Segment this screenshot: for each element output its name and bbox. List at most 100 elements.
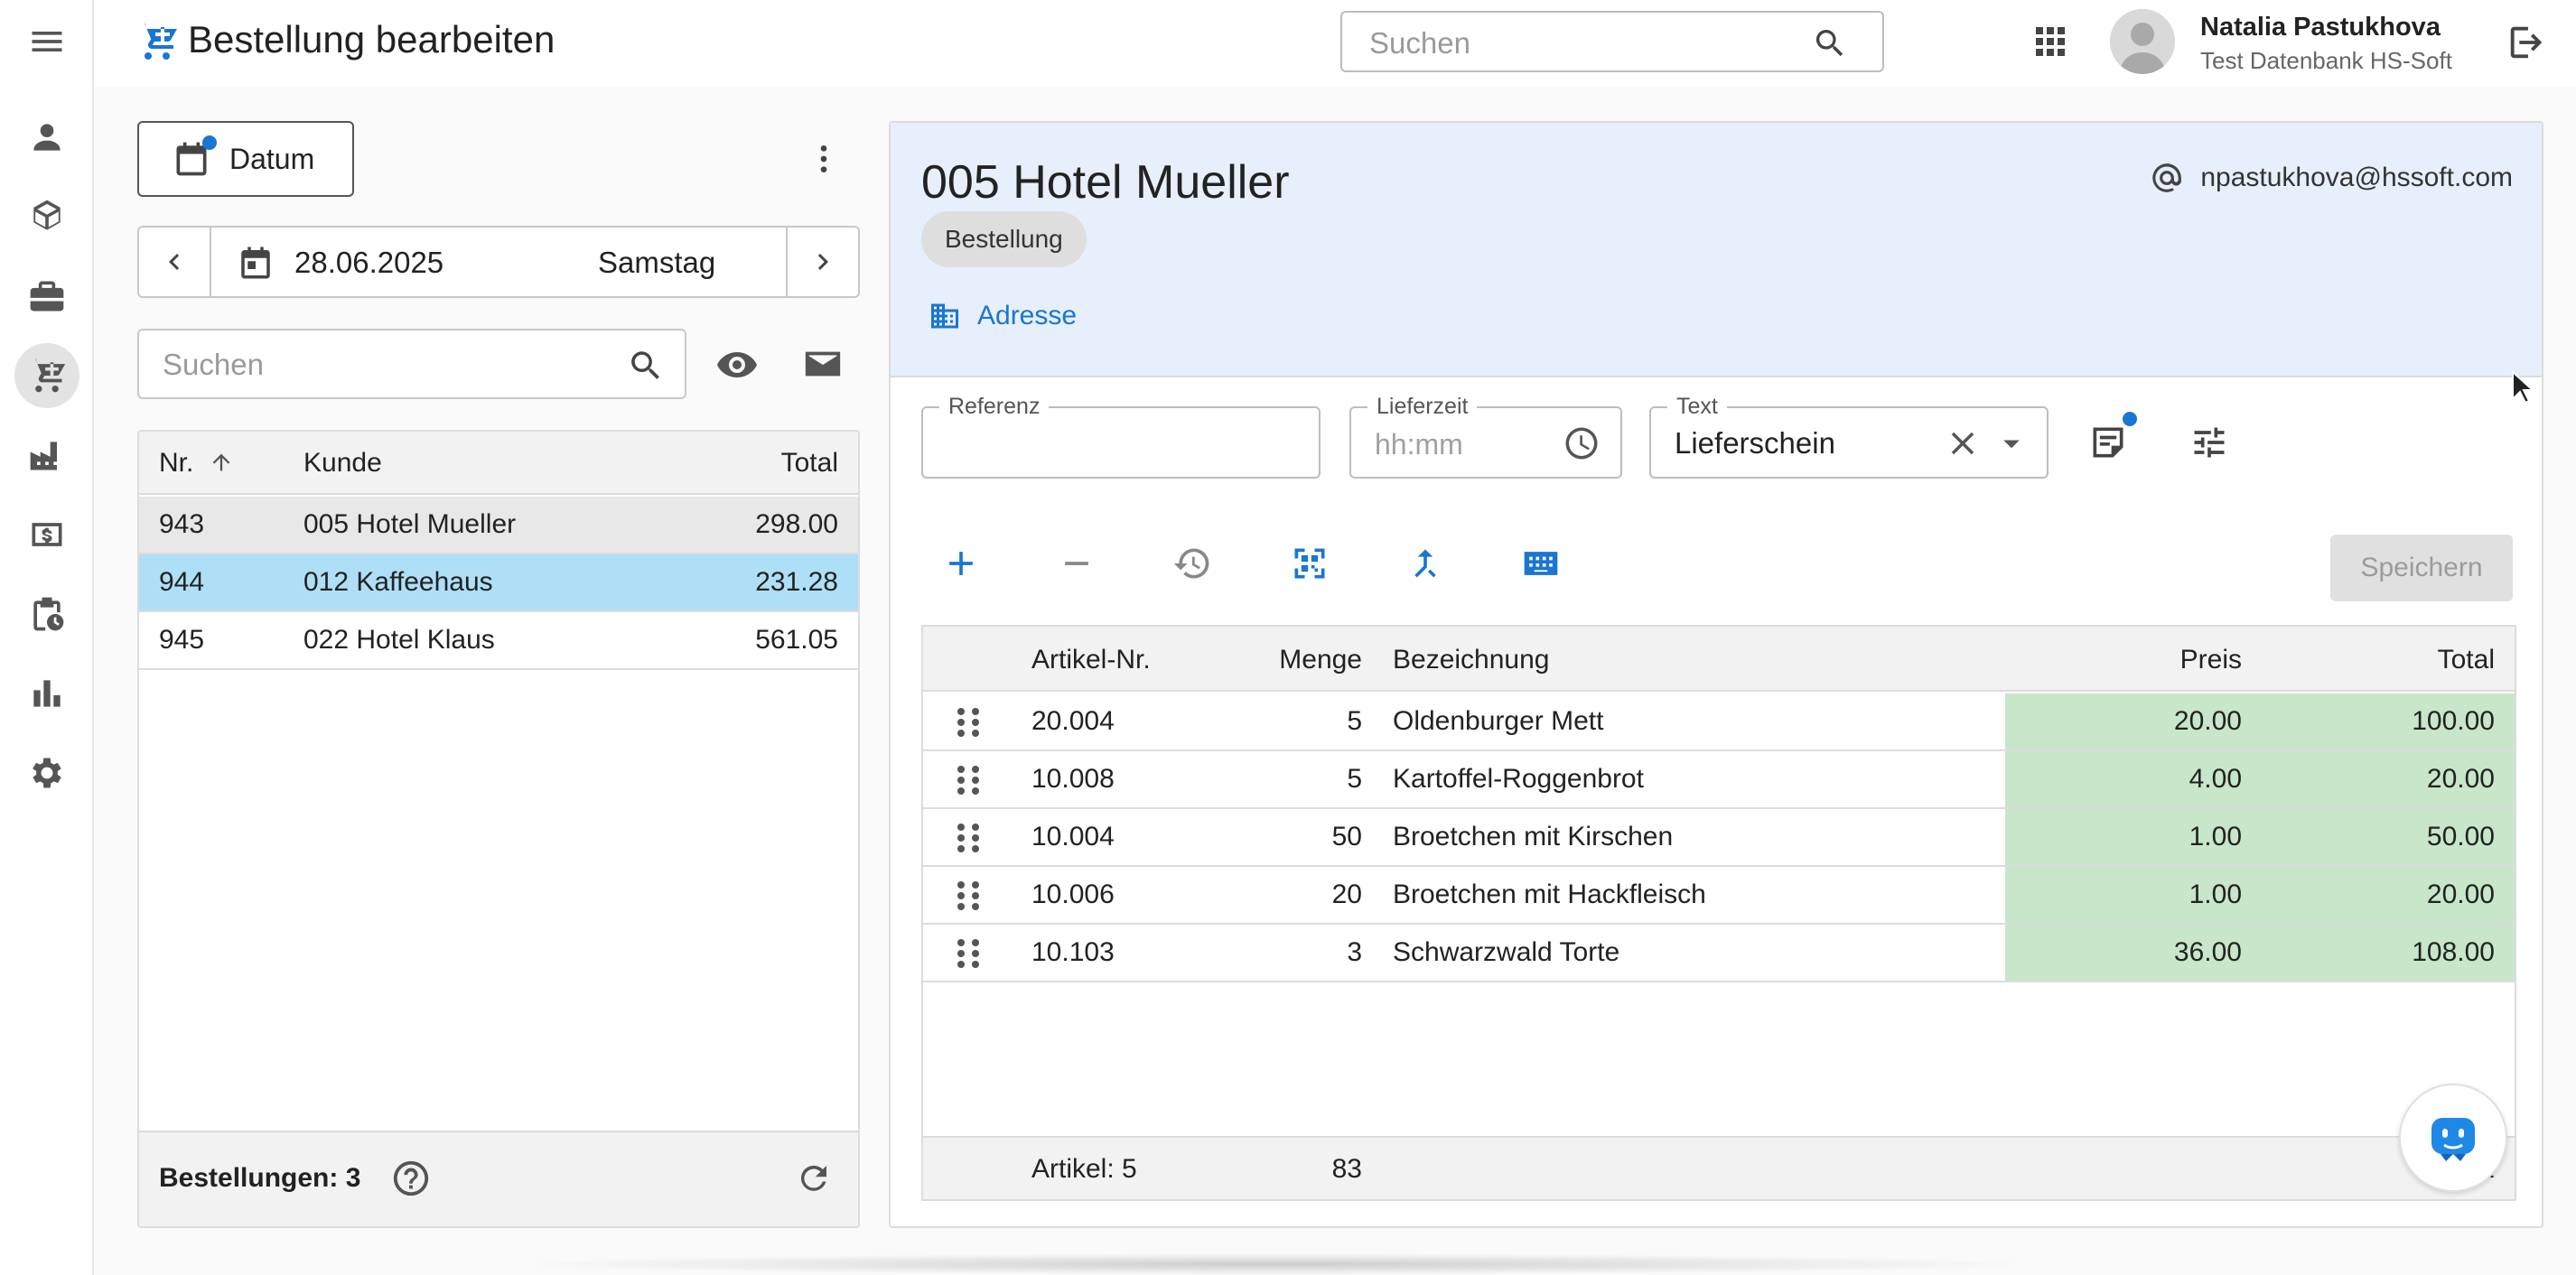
bar-chart-icon[interactable] bbox=[14, 661, 79, 726]
items-table-header: Artikel-Nr. Menge Bezeichnung Preis Tota… bbox=[923, 627, 2515, 692]
tune-icon[interactable] bbox=[2189, 423, 2229, 467]
item-total: 20.00 bbox=[2426, 764, 2495, 794]
orders-table-header: Nr. Kunde Total bbox=[139, 432, 858, 495]
save-button[interactable]: Speichern bbox=[2330, 535, 2513, 601]
table-row[interactable]: 10.006 20 Broetchen mit Hackfleisch 1.00… bbox=[923, 867, 2515, 925]
column-header-menge[interactable]: Menge bbox=[1279, 645, 1362, 675]
briefcase-icon[interactable] bbox=[14, 264, 79, 329]
column-header-total[interactable]: Total bbox=[781, 448, 838, 479]
menu-icon[interactable] bbox=[14, 9, 79, 74]
footer-menge-sum: 83 bbox=[1331, 1154, 1362, 1184]
global-search-box bbox=[1340, 11, 1884, 72]
chevron-left-icon bbox=[169, 254, 180, 270]
text-select-field[interactable]: Text Lieferschein bbox=[1649, 394, 2049, 479]
drag-handle-icon[interactable] bbox=[956, 879, 981, 919]
clock-icon[interactable] bbox=[1563, 424, 1601, 467]
restore-icon[interactable] bbox=[1172, 544, 1212, 588]
item-preis: 4.00 bbox=[2189, 764, 2242, 794]
item-bezeichnung: Oldenburger Mett bbox=[1393, 706, 1604, 736]
chevron-down-icon[interactable] bbox=[1993, 424, 2030, 467]
item-total: 100.00 bbox=[2412, 706, 2495, 736]
column-header-artikel[interactable]: Artikel-Nr. bbox=[1031, 645, 1151, 675]
order-nr: 944 bbox=[159, 567, 205, 597]
referenz-input[interactable] bbox=[947, 426, 1299, 462]
lieferzeit-label: Lieferzeit bbox=[1367, 394, 1478, 420]
status-badge: Bestellung bbox=[921, 211, 1087, 267]
next-day-button[interactable] bbox=[786, 228, 858, 296]
table-row[interactable]: 20.004 5 Oldenburger Mett 20.00 100.00 bbox=[923, 693, 2515, 751]
column-header-preis[interactable]: Preis bbox=[2180, 645, 2242, 675]
table-row[interactable]: 10.103 3 Schwarzwald Torte 36.00 108.00 bbox=[923, 925, 2515, 982]
clipboard-clock-icon[interactable] bbox=[14, 582, 79, 647]
customer-name: 005 Hotel Mueller bbox=[921, 156, 1290, 209]
apps-grid-icon[interactable] bbox=[2029, 20, 2072, 68]
note-icon[interactable] bbox=[2088, 412, 2137, 467]
item-total: 108.00 bbox=[2412, 937, 2495, 967]
gear-icon[interactable] bbox=[14, 740, 79, 805]
qr-scan-icon[interactable] bbox=[1290, 544, 1330, 588]
drag-handle-icon[interactable] bbox=[956, 706, 981, 746]
refresh-icon[interactable] bbox=[795, 1159, 833, 1202]
avatar[interactable] bbox=[2110, 9, 2175, 74]
table-row[interactable]: 10.004 50 Broetchen mit Kirschen 1.00 50… bbox=[923, 809, 2515, 867]
item-artikel: 10.103 bbox=[1031, 937, 1115, 967]
order-header: 005 Hotel Mueller Bestellung Adresse npa… bbox=[891, 123, 2542, 377]
user-name: Natalia Pastukhova bbox=[2200, 13, 2441, 42]
at-icon bbox=[2152, 163, 2182, 192]
order-search-input[interactable] bbox=[163, 345, 587, 385]
datum-button[interactable]: Datum bbox=[137, 121, 354, 197]
column-header-nr[interactable]: Nr. bbox=[159, 448, 234, 479]
bottom-shadow bbox=[506, 1253, 2041, 1275]
remove-icon[interactable] bbox=[1057, 544, 1097, 588]
add-icon[interactable] bbox=[941, 544, 981, 588]
keyboard-icon[interactable] bbox=[1521, 544, 1561, 588]
drag-handle-icon[interactable] bbox=[956, 937, 981, 977]
orders-table-footer: Bestellungen: 3 bbox=[139, 1131, 858, 1226]
email-contact[interactable]: npastukhova@hssoft.com bbox=[2150, 161, 2513, 195]
help-icon[interactable] bbox=[390, 1158, 432, 1204]
mail-icon[interactable] bbox=[802, 343, 844, 389]
drag-handle-icon[interactable] bbox=[956, 764, 981, 804]
chat-assistant-button[interactable] bbox=[2399, 1084, 2507, 1192]
orders-count: Bestellungen: 3 bbox=[159, 1163, 361, 1193]
items-table: Artikel-Nr. Menge Bezeichnung Preis Tota… bbox=[921, 625, 2516, 1201]
notification-dot bbox=[2123, 412, 2137, 426]
logout-icon[interactable] bbox=[2506, 22, 2547, 68]
item-total: 50.00 bbox=[2426, 822, 2495, 852]
column-header-total[interactable]: Total bbox=[2438, 645, 2495, 675]
item-bezeichnung: Schwarzwald Torte bbox=[1393, 937, 1620, 967]
merge-icon[interactable] bbox=[1405, 544, 1445, 588]
address-link[interactable]: Adresse bbox=[929, 300, 1077, 332]
item-total: 20.00 bbox=[2426, 879, 2495, 909]
search-icon[interactable] bbox=[1812, 25, 1848, 66]
item-bezeichnung: Broetchen mit Hackfleisch bbox=[1393, 879, 1706, 909]
package-icon[interactable] bbox=[14, 184, 79, 249]
text-select-label: Text bbox=[1667, 394, 1727, 420]
lieferzeit-input[interactable] bbox=[1375, 426, 1555, 462]
factory-icon[interactable] bbox=[14, 423, 79, 488]
global-search-input[interactable] bbox=[1369, 23, 1803, 63]
cart-icon[interactable] bbox=[14, 343, 79, 408]
item-artikel: 10.004 bbox=[1031, 822, 1115, 852]
eye-icon[interactable] bbox=[715, 343, 759, 391]
search-icon[interactable] bbox=[627, 347, 665, 389]
order-total: 561.05 bbox=[755, 625, 838, 655]
table-row[interactable]: 10.008 5 Kartoffel-Roggenbrot 4.00 20.00 bbox=[923, 751, 2515, 809]
table-row[interactable]: 944 012 Kaffeehaus 231.28 bbox=[139, 554, 858, 612]
user-database: Test Datenbank HS-Soft bbox=[2200, 47, 2452, 74]
calendar-icon[interactable] bbox=[237, 244, 275, 286]
drag-handle-icon[interactable] bbox=[956, 822, 981, 861]
money-icon[interactable] bbox=[14, 502, 79, 567]
column-header-bezeichnung[interactable]: Bezeichnung bbox=[1393, 645, 1549, 675]
mouse-cursor-icon bbox=[2511, 369, 2535, 409]
table-row[interactable]: 945 022 Hotel Klaus 561.05 bbox=[139, 612, 858, 670]
table-row[interactable]: 943 005 Hotel Mueller 298.00 bbox=[139, 497, 858, 554]
prev-day-button[interactable] bbox=[139, 228, 211, 296]
clear-icon[interactable] bbox=[1944, 424, 1982, 467]
column-header-kunde[interactable]: Kunde bbox=[303, 448, 382, 479]
order-search-box bbox=[137, 329, 686, 399]
person-icon[interactable] bbox=[14, 105, 79, 170]
selected-date[interactable]: 28.06.2025 bbox=[294, 246, 443, 280]
more-vert-icon[interactable] bbox=[806, 139, 842, 183]
order-customer: 012 Kaffeehaus bbox=[303, 567, 493, 597]
